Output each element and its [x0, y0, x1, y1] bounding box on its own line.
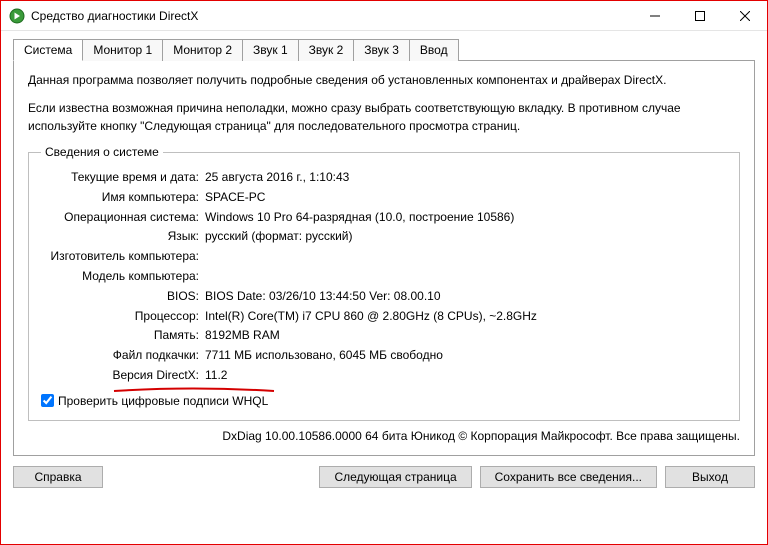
tab-monitor1[interactable]: Монитор 1	[82, 39, 163, 61]
intro-p1: Данная программа позволяет получить подр…	[28, 71, 740, 89]
button-bar: Справка Следующая страница Сохранить все…	[13, 466, 755, 488]
value-datetime: 25 августа 2016 г., 1:10:43	[205, 169, 727, 186]
label-bios: BIOS:	[41, 288, 205, 305]
value-computername: SPACE-PC	[205, 189, 727, 206]
system-info-legend: Сведения о системе	[41, 145, 163, 159]
next-page-button[interactable]: Следующая страница	[319, 466, 471, 488]
close-button[interactable]	[722, 1, 767, 30]
tab-sound3[interactable]: Звук 3	[353, 39, 410, 61]
exit-button[interactable]: Выход	[665, 466, 755, 488]
help-button[interactable]: Справка	[13, 466, 103, 488]
tab-input[interactable]: Ввод	[409, 39, 459, 61]
value-directx: 11.2	[205, 367, 727, 384]
tab-panel: Данная программа позволяет получить подр…	[13, 61, 755, 456]
label-cpu: Процессор:	[41, 308, 205, 325]
label-pagefile: Файл подкачки:	[41, 347, 205, 364]
tab-system[interactable]: Система	[13, 39, 83, 61]
highlight-underline	[113, 382, 275, 389]
value-cpu: Intel(R) Core(TM) i7 CPU 860 @ 2.80GHz (…	[205, 308, 727, 325]
window-titlebar: Средство диагностики DirectX	[1, 1, 767, 31]
tab-sound1[interactable]: Звук 1	[242, 39, 299, 61]
label-language: Язык:	[41, 228, 205, 245]
maximize-button[interactable]	[677, 1, 722, 30]
whql-label[interactable]: Проверить цифровые подписи WHQL	[58, 394, 268, 408]
tab-monitor2[interactable]: Монитор 2	[162, 39, 243, 61]
value-pagefile: 7711 МБ использовано, 6045 МБ свободно	[205, 347, 727, 364]
label-memory: Память:	[41, 327, 205, 344]
value-manufacturer	[205, 248, 727, 265]
save-all-button[interactable]: Сохранить все сведения...	[480, 466, 657, 488]
tab-bar: Система Монитор 1 Монитор 2 Звук 1 Звук …	[13, 39, 755, 61]
value-language: русский (формат: русский)	[205, 228, 727, 245]
intro-text: Данная программа позволяет получить подр…	[28, 71, 740, 135]
system-info-group: Сведения о системе Текущие время и дата:…	[28, 145, 740, 421]
label-manufacturer: Изготовитель компьютера:	[41, 248, 205, 265]
minimize-button[interactable]	[632, 1, 677, 30]
label-model: Модель компьютера:	[41, 268, 205, 285]
value-bios: BIOS Date: 03/26/10 13:44:50 Ver: 08.00.…	[205, 288, 727, 305]
whql-checkbox[interactable]	[41, 394, 54, 407]
label-datetime: Текущие время и дата:	[41, 169, 205, 186]
value-os: Windows 10 Pro 64-разрядная (10.0, постр…	[205, 209, 727, 226]
value-memory: 8192MB RAM	[205, 327, 727, 344]
label-os: Операционная система:	[41, 209, 205, 226]
window-title: Средство диагностики DirectX	[31, 9, 632, 23]
footer-text: DxDiag 10.00.10586.0000 64 бита Юникод ©…	[28, 429, 740, 443]
tab-sound2[interactable]: Звук 2	[298, 39, 355, 61]
intro-p2: Если известна возможная причина неполадк…	[28, 99, 740, 135]
label-computername: Имя компьютера:	[41, 189, 205, 206]
value-model	[205, 268, 727, 285]
app-icon	[9, 8, 25, 24]
